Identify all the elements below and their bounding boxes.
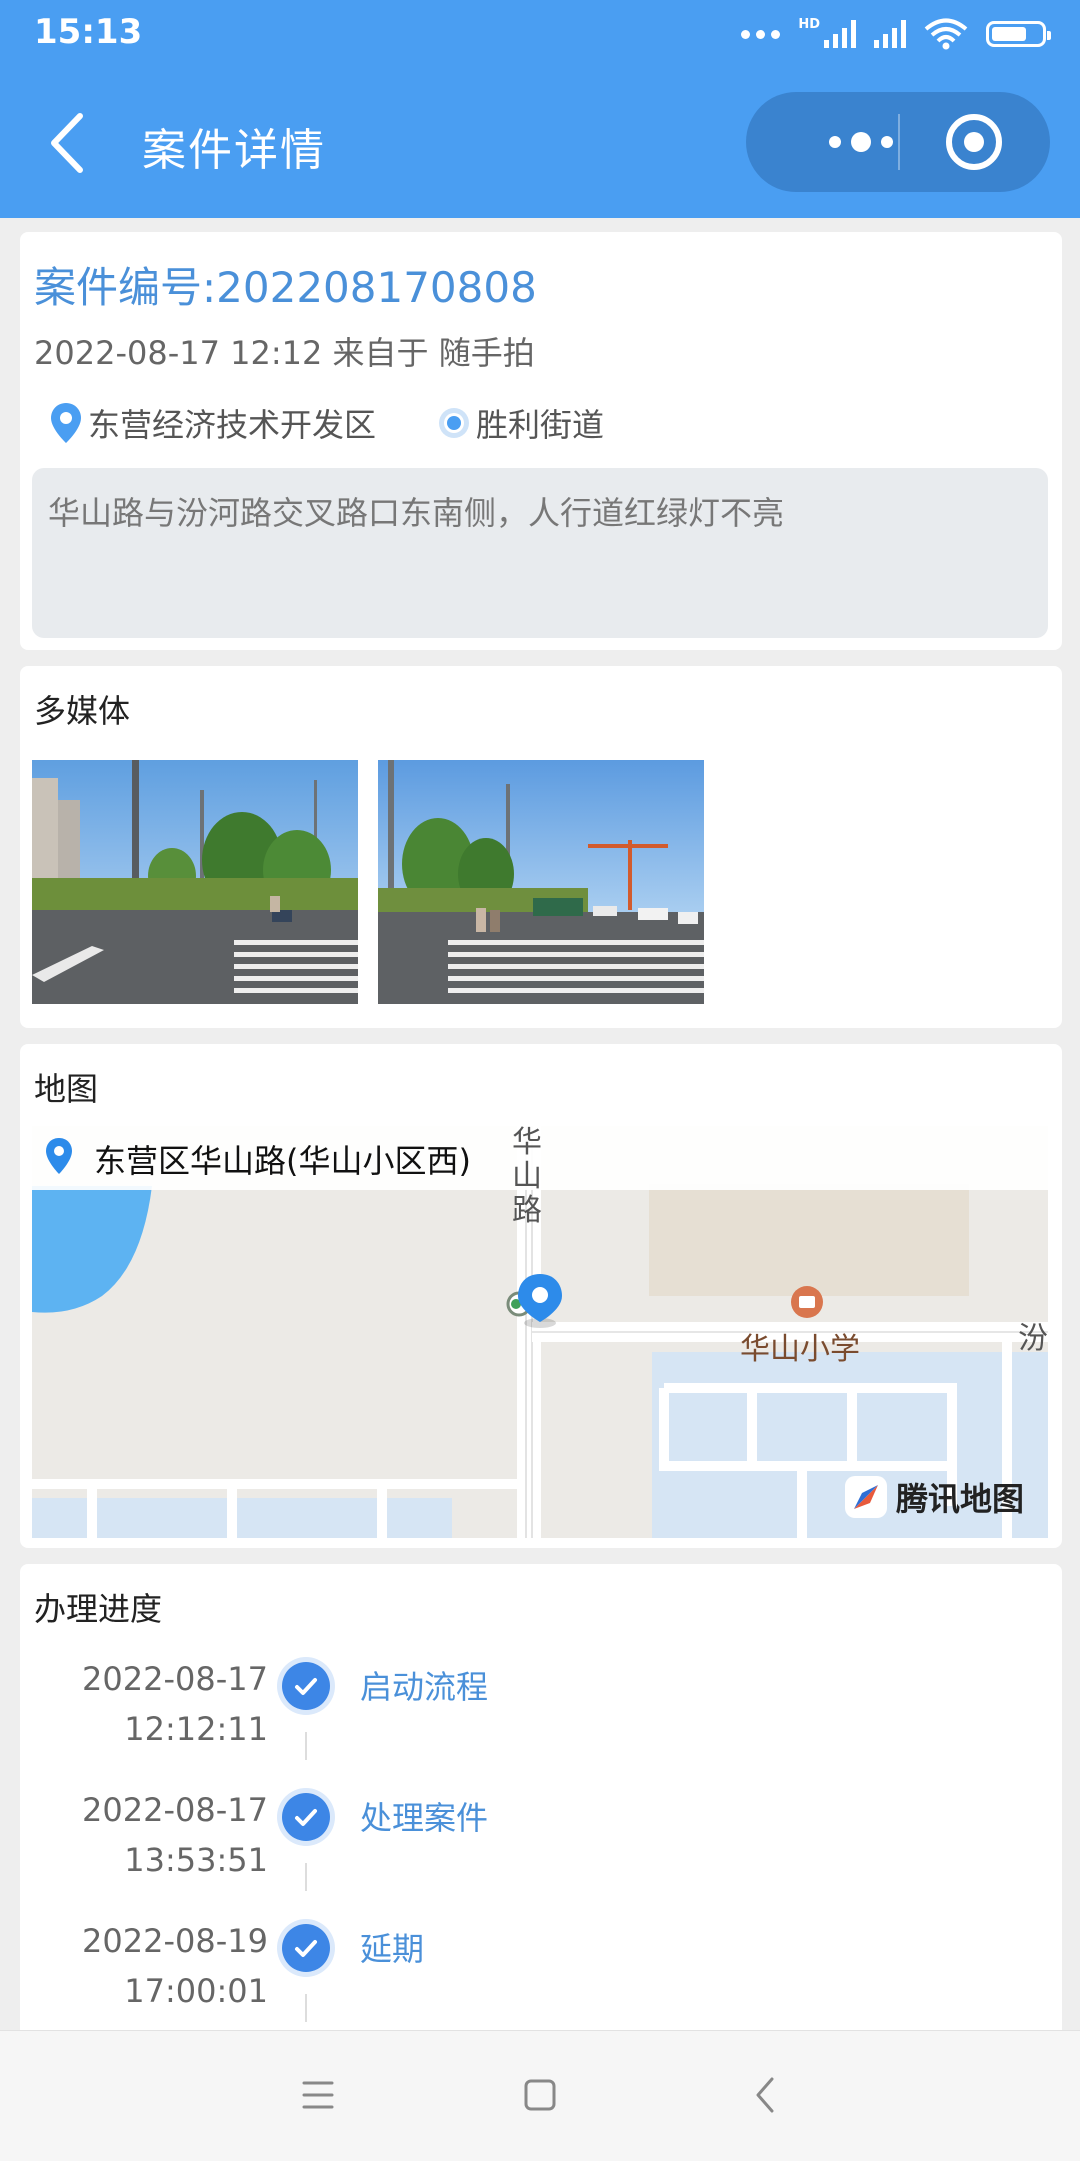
street-target-icon xyxy=(439,408,470,438)
step-label: 启动流程 xyxy=(360,1668,489,1706)
district-label: 东营经济技术开发区 xyxy=(88,406,377,444)
media-photo-1[interactable] xyxy=(32,760,358,1004)
wifi-icon xyxy=(924,18,968,50)
menu-icon[interactable] xyxy=(286,2063,350,2127)
map-address: 东营区华山路(华山小区西) xyxy=(94,1142,471,1180)
case-description: 华山路与汾河路交叉路口东南侧，人行道红绿灯不亮 xyxy=(32,468,1048,638)
media-card: 多媒体 xyxy=(20,666,1062,1028)
more-signal-icon xyxy=(741,29,781,39)
progress-title: 办理进度 xyxy=(34,1590,163,1628)
close-mini-program-button[interactable] xyxy=(946,114,1002,170)
case-meta: 2022-08-17 12:12 来自于 随手拍 xyxy=(34,334,535,372)
step-date: 2022-08-17 12:12:11 xyxy=(82,1660,268,1748)
compass-icon xyxy=(845,1476,887,1518)
progress-step: 2022-08-19 17:00:01 延期 xyxy=(20,1916,1062,2036)
tencent-map-logo: 腾讯地图 xyxy=(844,1474,1024,1520)
progress-card: 办理进度 2022-08-17 12:12:11 启动流程 2022-08-17 1… xyxy=(20,1564,1062,2084)
road-label-fen: 汾 xyxy=(1018,1321,1048,1356)
system-nav-bar xyxy=(0,2030,1080,2161)
top-bar: 15:13 HD 案件详情 xyxy=(0,0,1080,218)
check-icon xyxy=(282,1924,330,1972)
step-label: 延期 xyxy=(360,1930,425,1968)
more-options-button[interactable] xyxy=(786,92,936,192)
case-info-card: 案件编号:202208170808 2022-08-17 12:12 来自于 随… xyxy=(20,232,1062,650)
signal-icon xyxy=(824,20,856,48)
school-label: 华山小学 xyxy=(740,1332,860,1367)
back-icon[interactable] xyxy=(734,2063,798,2127)
progress-step: 2022-08-17 13:53:51 处理案件 xyxy=(20,1785,1062,1905)
network-type-label: HD xyxy=(798,16,820,32)
back-arrow-icon[interactable] xyxy=(40,110,100,176)
timeline-connector xyxy=(305,1863,307,1891)
timeline-connector xyxy=(305,1994,307,2022)
media-title: 多媒体 xyxy=(34,692,131,730)
battery-icon xyxy=(986,21,1051,47)
home-icon[interactable] xyxy=(508,2063,572,2127)
street-label: 胜利街道 xyxy=(476,406,605,444)
location-pin-icon xyxy=(51,403,81,443)
map-provider: 腾讯地图 xyxy=(896,1480,1025,1518)
step-date: 2022-08-19 17:00:01 xyxy=(82,1922,268,2010)
check-icon xyxy=(282,1662,330,1710)
case-number: 案件编号:202208170808 xyxy=(34,263,537,312)
address-pin-icon xyxy=(46,1138,72,1174)
map-card: 地图 东营区华山路(华山小区西) 华山路 华山小学 汾 腾讯地图 xyxy=(20,1044,1062,1548)
mini-program-capsule xyxy=(746,92,1050,192)
timeline-connector xyxy=(305,1732,307,1760)
page-title: 案件详情 xyxy=(142,125,326,176)
step-date: 2022-08-17 13:53:51 xyxy=(82,1791,268,1879)
capsule-divider xyxy=(898,114,900,170)
check-icon xyxy=(282,1793,330,1841)
media-photo-2[interactable] xyxy=(378,760,704,1004)
step-label: 处理案件 xyxy=(360,1799,489,1837)
road-label-huashan: 华山路 xyxy=(512,1126,542,1228)
signal-icon-2 xyxy=(874,20,906,48)
progress-step: 2022-08-17 12:12:11 启动流程 xyxy=(20,1654,1062,1774)
map-title: 地图 xyxy=(34,1070,99,1108)
status-time: 15:13 xyxy=(34,12,143,52)
location-row: 东营经济技术开发区 胜利街道 xyxy=(48,400,604,446)
status-icons: HD xyxy=(741,14,1051,54)
map-view[interactable]: 东营区华山路(华山小区西) 华山路 华山小学 汾 腾讯地图 xyxy=(32,1126,1048,1538)
